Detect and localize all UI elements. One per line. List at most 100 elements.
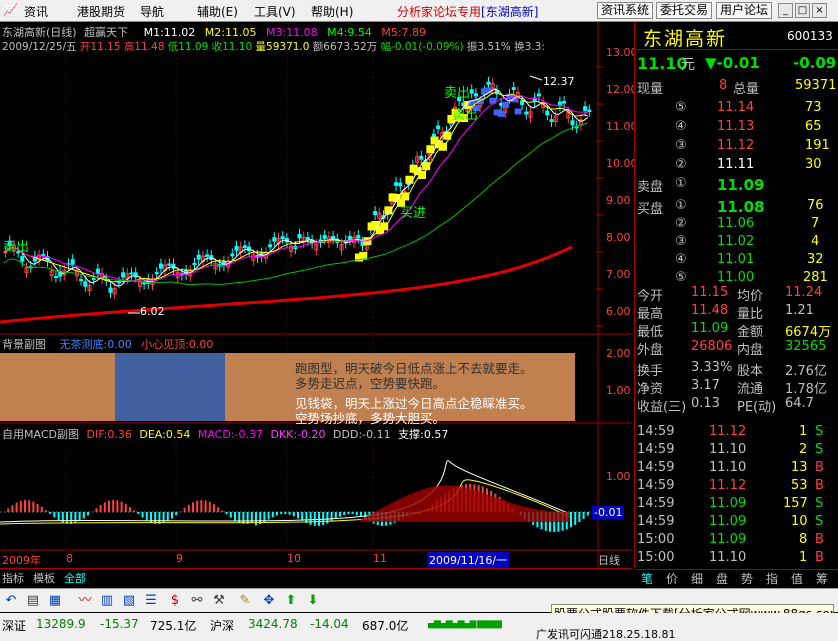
price-tick: 9.00 [606, 194, 631, 207]
tab-indicator[interactable]: 指标 [2, 570, 24, 586]
menu-item-tools[interactable]: 工具(V) [254, 3, 296, 20]
ma5-value: M5:7.89 [381, 26, 427, 39]
price-row: 11.10 元 ▼-0.01 -0.09 [637, 54, 837, 73]
quote-tab[interactable]: 指 [766, 570, 778, 587]
forum-button[interactable]: 用户论坛 [716, 2, 773, 19]
quote-tab[interactable]: 细 [691, 570, 703, 587]
tick-row: 14:59 11.12 1 S [637, 424, 824, 439]
tab-all[interactable]: 全部 [64, 570, 86, 586]
candle [524, 111, 529, 115]
formula-name[interactable]: 超赢天下 [84, 26, 128, 39]
move-icon[interactable]: ✥ [260, 592, 278, 610]
ma3-line [3, 95, 588, 282]
tick-row: 14:59 11.09 157 S [637, 496, 824, 511]
tools-icon[interactable]: ⚒ [210, 592, 228, 610]
candle [297, 233, 302, 239]
close-button[interactable]: × [812, 3, 827, 18]
list-icon[interactable]: ☰ [142, 592, 160, 610]
price-tick: 8.00 [606, 231, 631, 244]
candle [83, 281, 88, 287]
candle [486, 81, 491, 85]
back-icon[interactable]: ↶ [2, 592, 20, 610]
maximize-button[interactable]: □ [795, 3, 810, 18]
chart-icon[interactable]: 〰 [76, 592, 94, 610]
bsi-icon[interactable]: ▥ [98, 592, 116, 610]
candle [53, 275, 58, 278]
tick-row: 15:00 11.09 8 B [637, 532, 824, 547]
quote-tab[interactable]: 笔 [641, 570, 653, 587]
date-label: 2009年 [2, 554, 41, 567]
minimize-button[interactable]: _ [778, 3, 793, 18]
menu-item-news[interactable]: 资讯 [24, 3, 48, 20]
status-bar: 深证 13289.9 -15.37 725.1亿 沪深 3424.78 -14.… [0, 613, 838, 641]
ma2-value: M2:11.05 [204, 26, 257, 39]
bar-info: 2009/12/25/五 开11.15 高11.48 低11.09 收11.10… [2, 41, 545, 53]
server-link[interactable]: 广发讯可闪通218.25.18.81 [536, 626, 675, 641]
menu-item-nav[interactable]: 导航 [140, 3, 164, 20]
sub1-header: 背景副图 无茶测底:0.00 小心见顶:0.00 [2, 338, 214, 351]
sh-label: 沪深 [210, 619, 235, 633]
date-label: 9 [176, 552, 183, 565]
ask-row: ② 11.11 30 [675, 157, 822, 172]
candle [549, 119, 554, 122]
candle [20, 255, 25, 262]
dollar-icon[interactable]: $ [166, 592, 184, 610]
tick-row: 14:59 11.10 13 B [637, 460, 824, 475]
candle [394, 182, 399, 186]
kline-chart[interactable] [0, 22, 632, 567]
bid-row: ③ 11.02 4 [675, 234, 820, 249]
link-icon[interactable]: ⚯ [188, 592, 206, 610]
tab-template[interactable]: 模板 [33, 570, 55, 586]
quote-tab[interactable]: 价 [666, 570, 678, 587]
candle [583, 106, 588, 112]
ma3-value: M3:11.08 [265, 26, 318, 39]
ask-row: ③ 11.12 191 [675, 138, 830, 153]
ma4-value: M4:9.54 [327, 26, 372, 39]
candle [398, 182, 403, 187]
date-cursor: 2009/11/16/一 [427, 552, 510, 568]
ma2-line [3, 91, 588, 283]
sz-index: 13289.9 [36, 617, 86, 631]
quote-tab[interactable]: 值 [791, 570, 803, 587]
stat-row: 最低 11.09 金额 6674万 [637, 321, 832, 340]
trade-button[interactable]: 委托交易 [656, 2, 713, 19]
info-system-button[interactable]: 资讯系统 [597, 2, 654, 19]
quote-tab[interactable]: 筹 [816, 570, 828, 587]
app-icon[interactable]: 📈 [3, 3, 18, 17]
sz-change: -15.37 [100, 617, 139, 631]
date-label: 11 [373, 552, 387, 565]
high-arrow [529, 75, 543, 81]
pencil-icon[interactable]: ✎ [236, 592, 254, 610]
menu-item-futures[interactable]: 港股期货 [77, 3, 125, 20]
candle [331, 235, 336, 240]
grid-icon[interactable]: ▦ [46, 592, 64, 610]
bid-row: 买盘 ① 11.08 76 [637, 198, 824, 217]
quote-tab[interactable]: 势 [741, 570, 753, 587]
indicator-tabs: 指标 模板 全部 [0, 568, 632, 586]
ma4-line [3, 122, 588, 286]
candle [196, 254, 201, 260]
candle [520, 100, 525, 105]
candle [205, 254, 210, 257]
arrow-down-icon[interactable]: ⬇ [304, 592, 322, 610]
table-icon[interactable]: ▧ [120, 592, 138, 610]
period-label[interactable]: 日线 [598, 552, 620, 568]
quote-panel: 东湖高新 600133 11.10 元 ▼-0.01 -0.09 现量 8 总量… [634, 22, 838, 586]
print-icon[interactable]: ▤ [24, 592, 42, 610]
menu-item-help[interactable]: 帮助(H) [311, 3, 353, 20]
chart-pane[interactable]: 东湖高新(日线) 超赢天下 M1:11.02 M2:11.05 M3:11.08… [0, 22, 638, 568]
ask-row: ⑤ 11.14 73 [675, 100, 822, 115]
candle [121, 272, 126, 278]
menu-item-aux[interactable]: 辅助(E) [197, 3, 238, 20]
candle [419, 155, 424, 160]
quote-tab[interactable]: 盘 [716, 570, 728, 587]
arrow-up-icon[interactable]: ⬆ [282, 592, 300, 610]
sz-label: 深证 [2, 619, 27, 633]
date-label: 8 [66, 552, 73, 565]
candle [473, 93, 478, 97]
stat-row: 外盘 26806 内盘 32565 [637, 339, 827, 358]
candle [272, 237, 277, 242]
quote-tabs: 笔价细盘势指值筹 [635, 569, 838, 587]
candle [436, 125, 441, 130]
high-price-label: 12.37 [543, 75, 575, 88]
